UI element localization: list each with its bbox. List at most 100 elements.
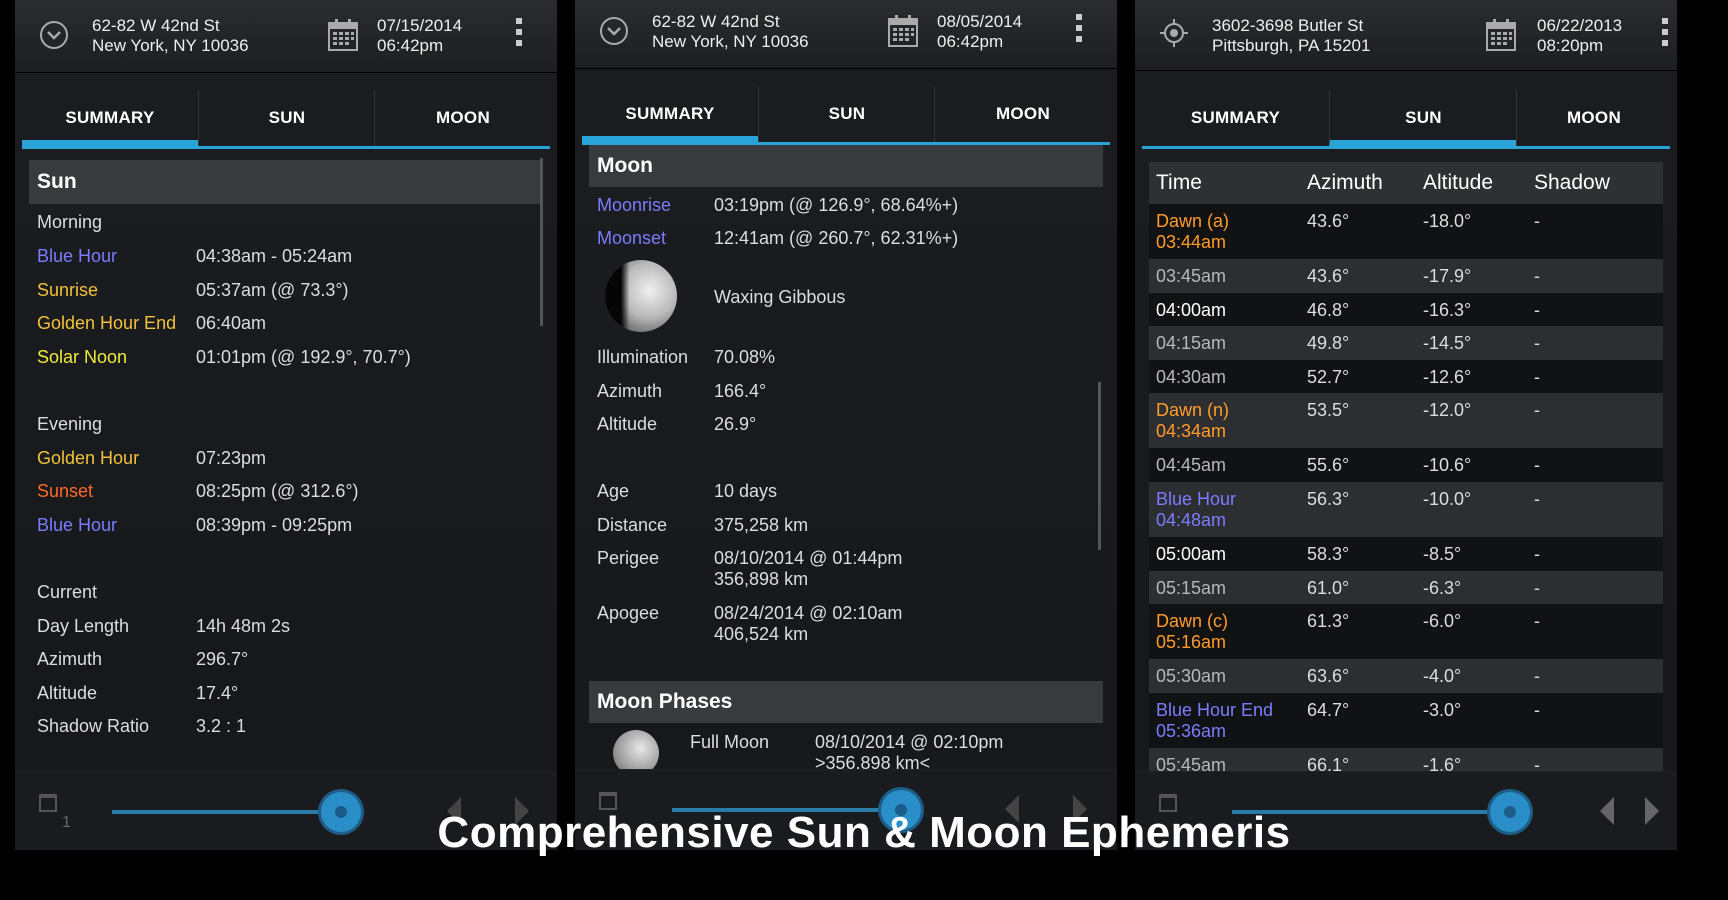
value-sunset: 08:25pm (@ 312.6°) <box>196 481 359 501</box>
label-current: Current <box>37 582 98 602</box>
tab-summary[interactable]: SUMMARY <box>582 86 758 142</box>
table-row[interactable]: Dawn (n) 04:34am 53.5° -12.0° - <box>1149 393 1663 449</box>
tab-sun[interactable]: SUN <box>758 86 935 142</box>
date-text: 07/15/2014 <box>377 16 463 35</box>
scrollbar[interactable] <box>1098 382 1101 550</box>
value-altitude: 26.9° <box>714 414 757 434</box>
location-address[interactable]: 62-82 W 42nd St New York, NY 10036 <box>92 16 249 56</box>
cell-shadow-ratio: - <box>1534 611 1540 632</box>
address-line-2: New York, NY 10036 <box>92 36 249 55</box>
cell-shadow-ratio: - <box>1534 577 1540 598</box>
cell-altitude: -6.3° <box>1423 577 1462 598</box>
cell-time: 03:45am <box>1156 266 1226 287</box>
table-row[interactable]: Dawn (a) 03:44am 43.6° -18.0° - <box>1149 204 1663 259</box>
value-perigee-date: 08/10/2014 @ 01:44pm <box>714 548 903 568</box>
cell-azimuth: 58.3° <box>1307 544 1350 564</box>
cell-azimuth: 61.0° <box>1307 577 1350 598</box>
table-row[interactable]: 03:45am 43.6° -17.9° - <box>1149 259 1663 293</box>
table-row[interactable]: 05:30am 63.6° -4.0° - <box>1149 659 1663 693</box>
cell-shadow-ratio: - <box>1534 489 1540 509</box>
tab-summary[interactable]: SUMMARY <box>22 90 198 146</box>
cell-azimuth: 56.3° <box>1307 489 1350 509</box>
value-azimuth: 166.4° <box>714 381 767 401</box>
cell-time-label: 04:45am <box>1156 455 1227 476</box>
cell-altitude: -3.0° <box>1423 699 1462 720</box>
calendar-icon[interactable] <box>1485 18 1517 52</box>
cell-time-value: 05:16am <box>1156 632 1227 653</box>
tab-sun[interactable]: SUN <box>198 90 375 146</box>
time-text: 06:42pm <box>937 32 1004 51</box>
cell-azimuth: 49.8° <box>1307 333 1350 354</box>
date-time[interactable]: 06/22/2013 08:20pm <box>1537 16 1622 56</box>
screen-summary-moon: 62-82 W 42nd St New York, NY 10036 08/05… <box>575 0 1117 850</box>
section-header-sun: Sun <box>29 160 543 204</box>
cell-altitude: -4.0° <box>1423 666 1462 687</box>
label-perigee: Perigee <box>597 548 660 568</box>
column-header-time[interactable]: Time <box>1156 162 1202 204</box>
app-bar: 3602-3698 Butler St Pittsburgh, PA 15201… <box>1135 0 1677 71</box>
table-row[interactable]: 04:30am 52.7° -12.6° - <box>1149 359 1663 394</box>
date-time[interactable]: 07/15/2014 06:42pm <box>377 16 462 56</box>
section-header-moon: Moon <box>589 145 1103 187</box>
cell-altitude: -8.5° <box>1423 544 1462 564</box>
address-line-1: 3602-3698 Butler St <box>1212 16 1364 35</box>
tab-moon[interactable]: MOON <box>1516 90 1671 146</box>
cell-shadow-ratio: - <box>1534 666 1540 687</box>
label-golden-hour-end: Golden Hour End <box>37 313 177 333</box>
cell-altitude: -12.0° <box>1423 400 1472 421</box>
tab-moon[interactable]: MOON <box>934 86 1111 142</box>
cell-time-value: 04:48am <box>1156 510 1227 530</box>
table-row[interactable]: 04:00am 46.8° -16.3° - <box>1149 292 1663 327</box>
tab-sun[interactable]: SUN <box>1329 90 1517 146</box>
tab-moon[interactable]: MOON <box>374 90 551 146</box>
cell-time-label: Blue Hour End <box>1156 699 1274 720</box>
label-moonrise[interactable]: Moonrise <box>597 195 671 216</box>
tab-bar: SUMMARY SUN MOON <box>582 86 1110 145</box>
location-dropdown-icon[interactable] <box>39 20 69 50</box>
value-shadow-ratio: 3.2 : 1 <box>196 716 247 736</box>
cell-time: 04:15am <box>1156 333 1226 354</box>
table-row[interactable]: Blue Hour End 05:36am 64.7° -3.0° - <box>1149 692 1663 748</box>
cell-shadow-ratio: - <box>1534 333 1540 354</box>
table-row[interactable]: 05:15am 61.0° -6.3° - <box>1149 570 1663 605</box>
moon-phase-image <box>605 260 677 332</box>
cell-time-value: 03:44am <box>1156 232 1227 252</box>
tab-bar: SUMMARY SUN MOON <box>22 90 550 149</box>
calendar-icon[interactable] <box>327 18 359 52</box>
date-time[interactable]: 08/05/2014 06:42pm <box>937 12 1022 52</box>
table-row[interactable]: 04:15am 49.8° -14.5° - <box>1149 326 1663 360</box>
overflow-menu-icon[interactable] <box>1661 18 1669 52</box>
table-row[interactable]: 05:00am 58.3° -8.5° - <box>1149 537 1663 571</box>
app-bar: 62-82 W 42nd St New York, NY 10036 07/15… <box>15 0 557 73</box>
screen-sun-table: 3602-3698 Butler St Pittsburgh, PA 15201… <box>1135 0 1677 850</box>
table-row[interactable]: 04:45am 55.6° -10.6° - <box>1149 448 1663 482</box>
overflow-menu-icon[interactable] <box>1075 14 1083 48</box>
table-row[interactable]: Dawn (c) 05:16am 61.3° -6.0° - <box>1149 604 1663 660</box>
value-altitude: 17.4° <box>196 683 239 703</box>
tab-summary[interactable]: SUMMARY <box>1142 90 1329 146</box>
calendar-icon[interactable] <box>887 14 919 48</box>
location-address[interactable]: 62-82 W 42nd St New York, NY 10036 <box>652 12 809 52</box>
value-sunrise: 05:37am (@ 73.3°) <box>196 280 349 300</box>
cell-shadow-ratio: - <box>1534 699 1540 720</box>
table-row[interactable]: Blue Hour 04:48am 56.3° -10.0° - <box>1149 482 1663 537</box>
location-address[interactable]: 3602-3698 Butler St Pittsburgh, PA 15201 <box>1212 16 1370 56</box>
cell-altitude: -10.6° <box>1423 455 1472 476</box>
cell-azimuth: 52.7° <box>1307 366 1350 387</box>
value-golden-hour: 07:23pm <box>196 448 267 468</box>
label-illumination: Illumination <box>597 347 689 367</box>
screen-summary-sun: 62-82 W 42nd St New York, NY 10036 07/15… <box>15 0 557 850</box>
cell-time: 05:00am <box>1156 544 1226 565</box>
overflow-menu-icon[interactable] <box>515 18 523 52</box>
label-moonset[interactable]: Moonset <box>597 228 666 249</box>
column-header-azimuth[interactable]: Azimuth <box>1307 162 1383 204</box>
label-apogee: Apogee <box>597 603 660 623</box>
cell-azimuth: 64.7° <box>1307 699 1350 720</box>
time-text: 06:42pm <box>377 36 444 55</box>
column-header-altitude[interactable]: Altitude <box>1423 162 1493 204</box>
location-dropdown-icon[interactable] <box>599 16 629 46</box>
gps-location-icon[interactable] <box>1159 18 1189 48</box>
cell-time: 04:00am <box>1156 300 1226 321</box>
cell-azimuth: 63.6° <box>1307 666 1350 687</box>
scrollbar[interactable] <box>540 158 543 326</box>
